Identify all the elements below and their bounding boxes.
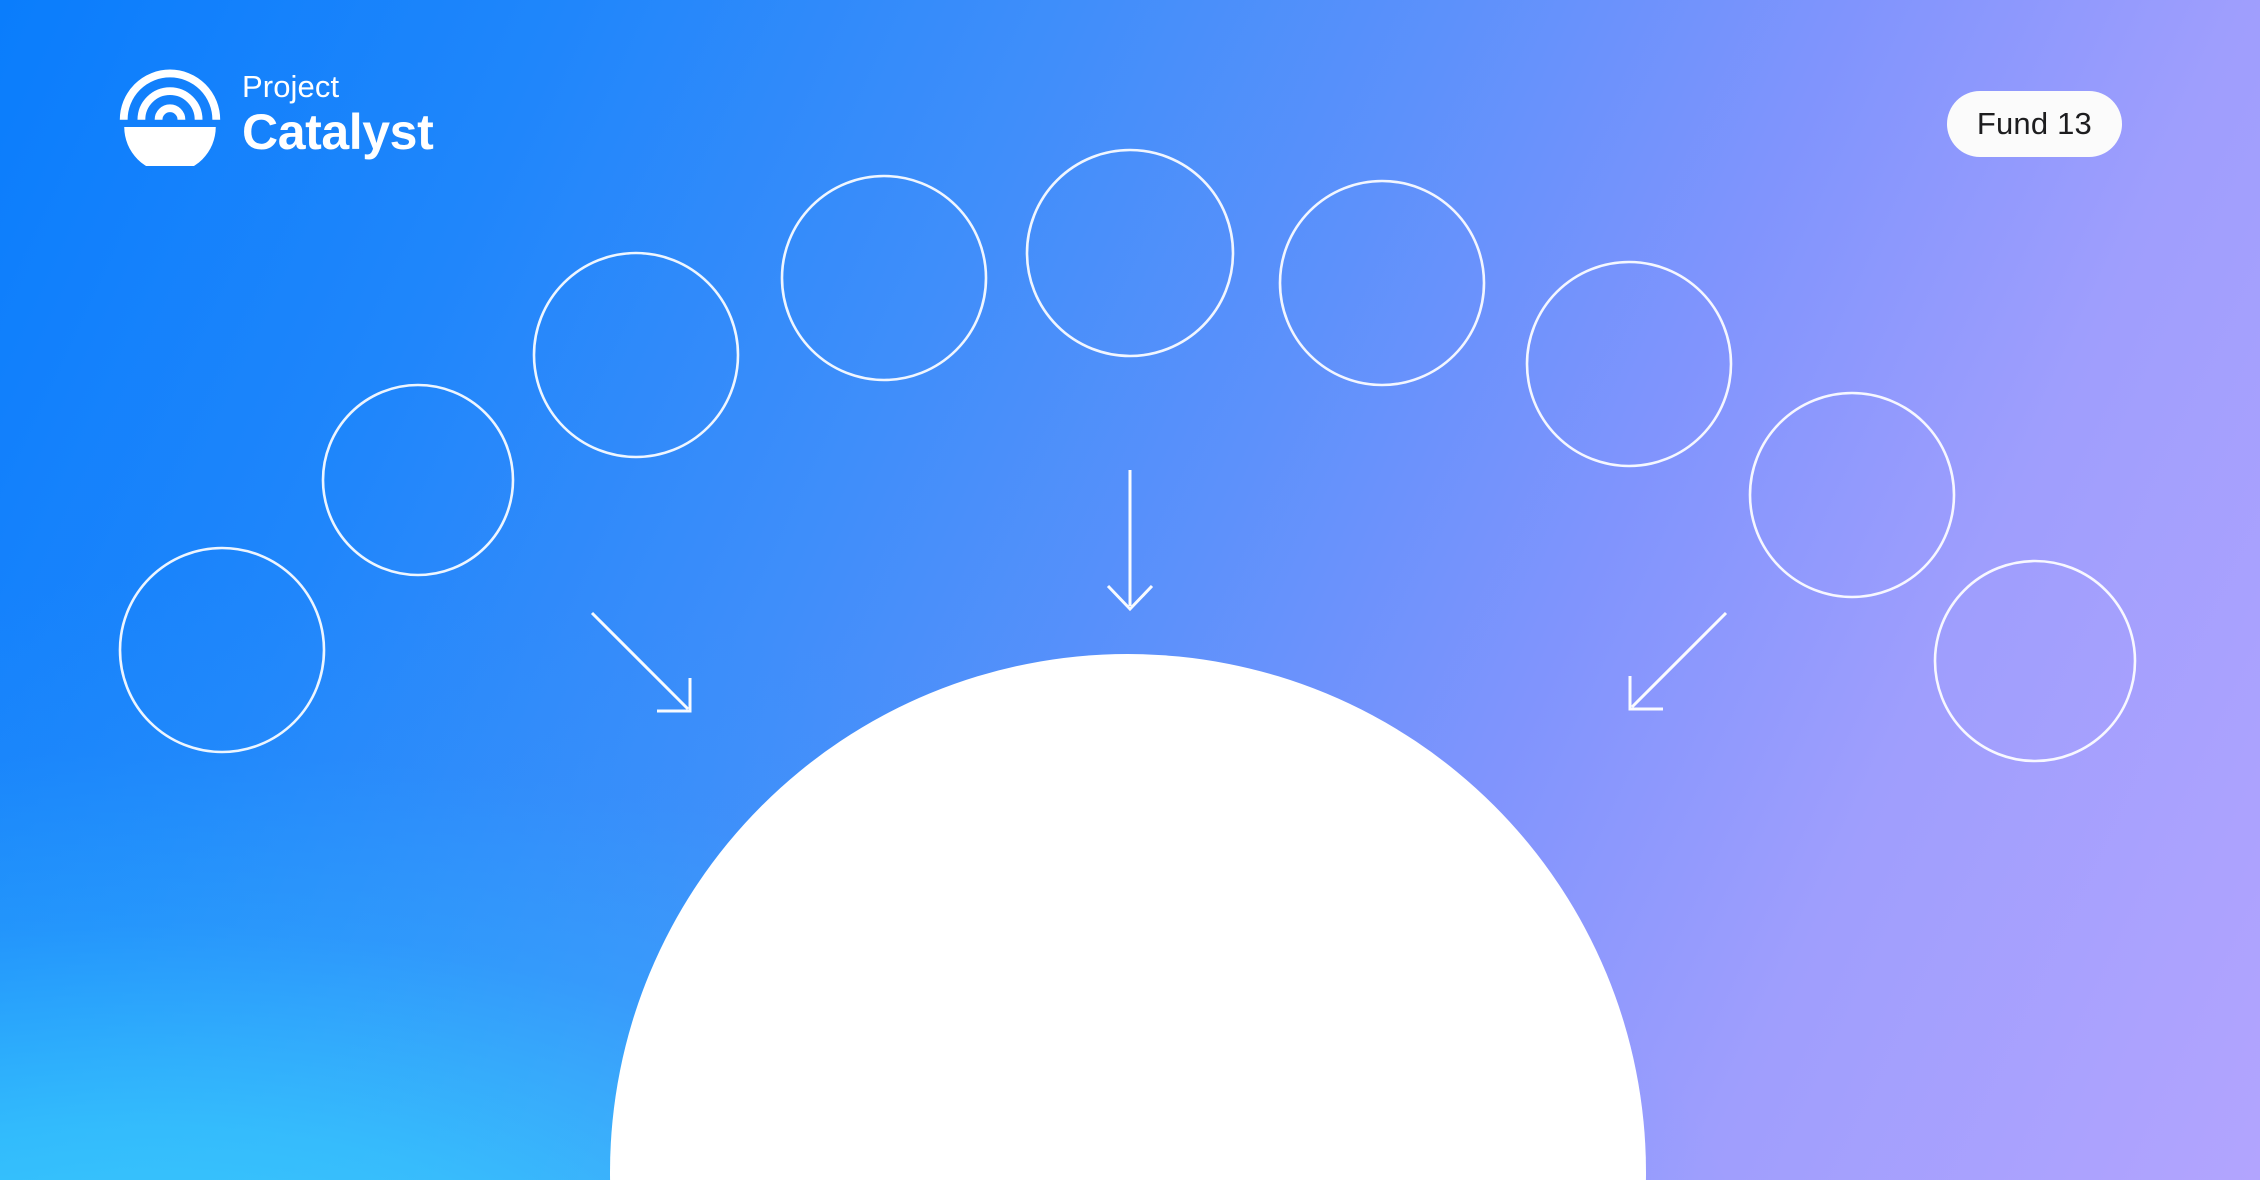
brand-line-project: Project <box>242 69 340 105</box>
decorative-ring-2 <box>321 383 515 577</box>
arrow-down-left-icon <box>1628 611 1728 711</box>
fund-badge[interactable]: Fund 13 <box>1946 91 2122 157</box>
brand-lockup[interactable]: Project Catalyst <box>118 62 434 173</box>
brand-wordmark: Project Catalyst <box>242 69 434 160</box>
decorative-ring-1 <box>118 546 326 754</box>
catalyst-logo-icon <box>118 62 222 173</box>
decorative-ring-4 <box>780 174 988 382</box>
decorative-ring-8 <box>1748 391 1956 599</box>
decorative-ring-6 <box>1278 179 1486 387</box>
hero-white-circle <box>610 654 1646 1180</box>
brand-line-catalyst: Catalyst <box>242 103 434 160</box>
decorative-shapes-layer <box>0 0 2260 1180</box>
arrow-down-icon <box>1106 470 1154 612</box>
decorative-ring-5 <box>1025 148 1235 358</box>
decorative-ring-9 <box>1933 559 2137 763</box>
decorative-ring-7 <box>1525 260 1733 468</box>
hero-banner: Project Catalyst Fund 13 <box>0 0 2260 1180</box>
arrow-down-right-icon <box>590 611 692 713</box>
decorative-ring-3 <box>532 251 740 459</box>
